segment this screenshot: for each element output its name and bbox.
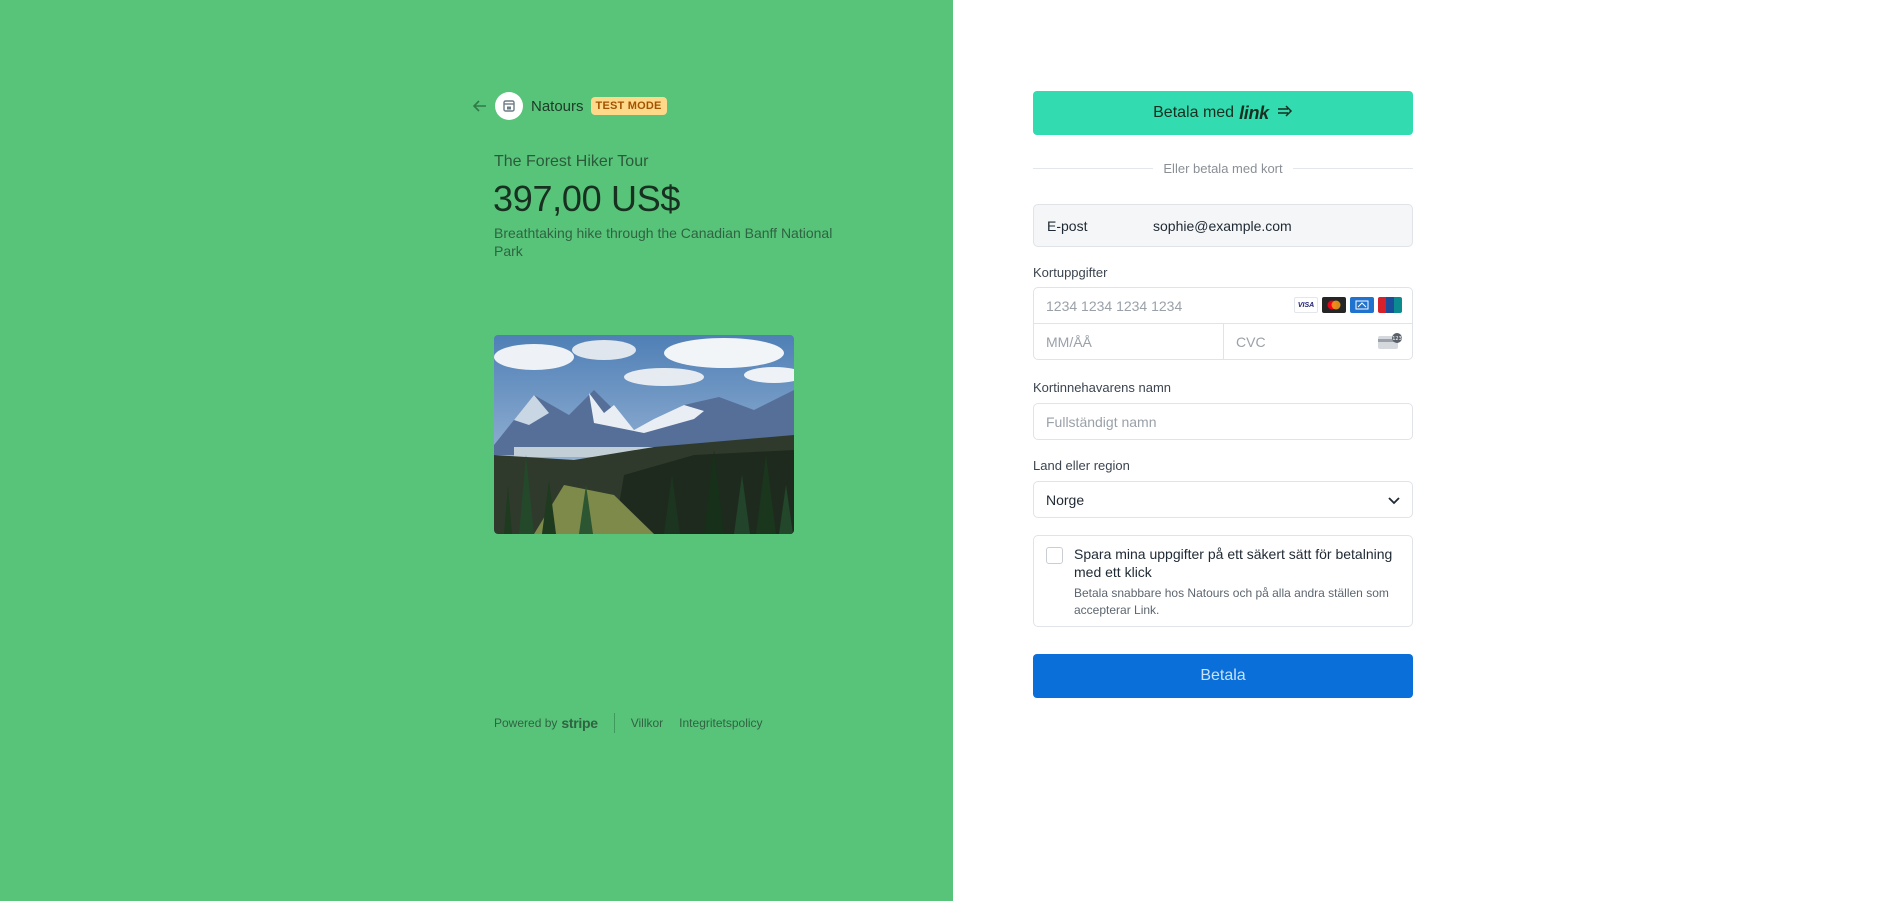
powered-by-text: Powered by xyxy=(494,716,558,730)
or-divider: Eller betala med kort xyxy=(1033,161,1414,176)
arrow-right-icon xyxy=(1277,104,1293,122)
amex-icon xyxy=(1350,297,1374,313)
link-button-label: Betala med xyxy=(1153,104,1235,121)
pay-with-link-button[interactable]: Betala med link xyxy=(1033,91,1413,135)
save-info-box: Spara mina uppgifter på ett säkert sätt … xyxy=(1033,535,1413,627)
country-select[interactable]: Norge xyxy=(1033,481,1413,518)
or-divider-text: Eller betala med kort xyxy=(1163,161,1283,176)
merchant-name: Natours xyxy=(531,97,584,115)
save-info-checkbox[interactable] xyxy=(1046,547,1063,564)
link-brand: link xyxy=(1239,102,1269,123)
product-name: The Forest Hiker Tour xyxy=(494,153,649,170)
country-label: Land eller region xyxy=(1033,458,1130,473)
email-label: E-post xyxy=(1047,217,1088,234)
visa-icon: VISA xyxy=(1294,297,1318,313)
test-mode-badge: TEST MODE xyxy=(590,97,667,115)
cvc-input[interactable]: CVC 123 xyxy=(1224,324,1412,359)
email-value: sophie@example.com xyxy=(1153,217,1292,234)
mastercard-icon xyxy=(1322,297,1346,313)
cardholder-name-input[interactable]: Fullständigt namn xyxy=(1033,403,1413,440)
cardholder-name-label: Kortinnehavarens namn xyxy=(1033,380,1172,395)
card-brands: VISA xyxy=(1294,297,1402,313)
cardholder-name-placeholder: Fullständigt namn xyxy=(1046,413,1157,430)
product-price: 397,00 US$ xyxy=(493,178,681,219)
card-details-group: 1234 1234 1234 1234 VISA MM/ÅÅ CVC 123 xyxy=(1033,287,1413,360)
cvc-card-icon: 123 xyxy=(1378,333,1402,349)
footer-divider xyxy=(613,713,615,733)
left-panel: Natours TEST MODE The Forest Hiker Tour … xyxy=(0,0,953,901)
country-value: Norge xyxy=(1046,491,1085,508)
chevron-down-icon xyxy=(1388,492,1400,508)
card-number-input[interactable]: 1234 1234 1234 1234 VISA xyxy=(1034,288,1412,324)
expiry-placeholder: MM/ÅÅ xyxy=(1046,333,1092,350)
card-number-placeholder: 1234 1234 1234 1234 xyxy=(1046,297,1183,314)
product-image xyxy=(494,335,794,534)
save-info-title: Spara mina uppgifter på ett säkert sätt … xyxy=(1074,546,1393,580)
back-arrow-icon[interactable] xyxy=(471,97,489,115)
save-info-subtitle: Betala snabbare hos Natours och på alla … xyxy=(1074,586,1389,617)
pay-button[interactable]: Betala xyxy=(1033,654,1413,698)
terms-link[interactable]: Villkor xyxy=(631,716,663,730)
merchant-header: Natours TEST MODE xyxy=(471,92,667,120)
unionpay-icon xyxy=(1378,297,1402,313)
stripe-logo[interactable]: stripe xyxy=(561,715,598,731)
cvc-placeholder: CVC xyxy=(1236,333,1266,350)
product-description: Breathtaking hike through the Canadian B… xyxy=(494,225,833,259)
privacy-link[interactable]: Integritetspolicy xyxy=(679,716,762,730)
store-icon xyxy=(495,92,523,120)
email-field[interactable]: E-post sophie@example.com xyxy=(1033,204,1413,247)
card-details-label: Kortuppgifter xyxy=(1033,265,1108,280)
divider-line-right xyxy=(1292,168,1414,169)
svg-text:123: 123 xyxy=(1392,336,1402,342)
divider-line-left xyxy=(1033,168,1154,169)
footer: Powered by stripe Villkor Integritetspol… xyxy=(494,713,763,733)
expiry-input[interactable]: MM/ÅÅ xyxy=(1034,324,1224,359)
